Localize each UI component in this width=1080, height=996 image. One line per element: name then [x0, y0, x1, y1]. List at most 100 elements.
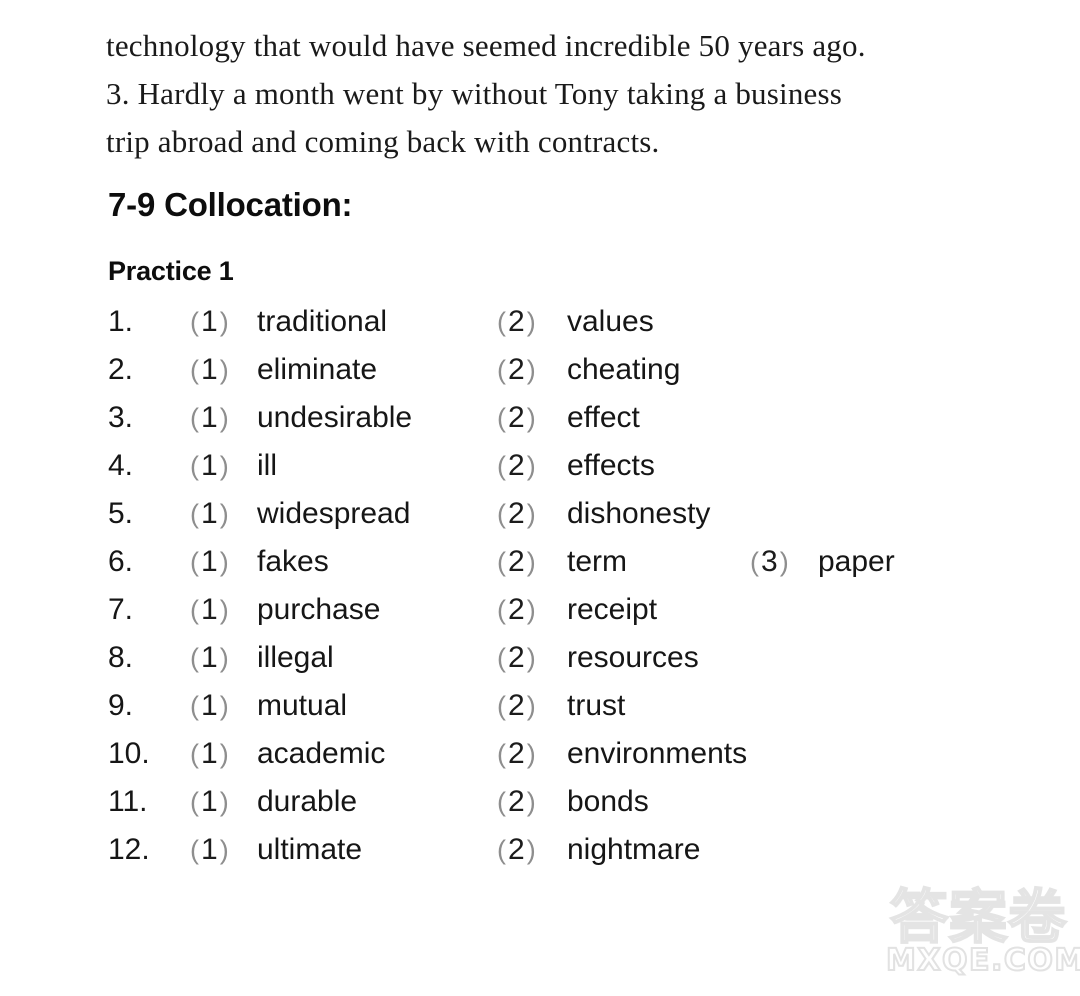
answer-word: ultimate: [257, 833, 363, 866]
sub-answer-label-1: (1): [190, 353, 229, 386]
answer-word: widespread: [257, 497, 411, 530]
sub-answer-number: 1: [201, 545, 218, 578]
sub-answer-number: 1: [201, 689, 218, 722]
answer-row: 3. (1) undesirable (2) effect: [0, 396, 1080, 444]
answer-word: fakes: [257, 545, 329, 578]
sub-answer-number: 2: [508, 833, 525, 866]
watermark: 答案卷 MXQE.COM: [876, 883, 1080, 990]
sub-answer-number: 2: [508, 737, 525, 770]
sub-answer-label-1: (1): [190, 545, 229, 578]
answer-list: 1. (1) traditional (2) values 2. (1) eliminate (…: [0, 300, 1080, 876]
sub-answer-number: 2: [508, 785, 525, 818]
answer-row: 12. (1) ultimate (2) nightmare: [0, 828, 1080, 876]
sub-answer-label-2: (2): [497, 497, 536, 530]
sub-answer-number: 1: [201, 497, 218, 530]
sub-answer-number: 2: [508, 641, 525, 674]
answer-row-number: 10.: [108, 737, 150, 770]
sub-answer-label-2: (2): [497, 785, 536, 818]
sub-answer-number: 1: [201, 353, 218, 386]
sub-answer-label-2: (2): [497, 593, 536, 626]
sub-answer-label-1: (1): [190, 737, 229, 770]
sub-answer-number: 2: [508, 689, 525, 722]
answer-word: bonds: [567, 785, 649, 818]
answer-word: ill: [257, 449, 277, 482]
sub-answer-number: 1: [201, 305, 218, 338]
sub-answer-label-1: (1): [190, 833, 229, 866]
passage-block: technology that would have seemed incred…: [106, 22, 1006, 166]
sub-answer-label-2: (2): [497, 545, 536, 578]
answer-word: values: [567, 305, 654, 338]
sub-answer-label-1: (1): [190, 305, 229, 338]
answer-row-number: 6.: [108, 545, 134, 578]
sub-answer-label-2: (2): [497, 641, 536, 674]
answer-word: illegal: [257, 641, 334, 674]
answer-row-number: 3.: [108, 401, 134, 434]
answer-row: 2. (1) eliminate (2) cheating: [0, 348, 1080, 396]
answer-row: 10. (1) academic (2) environments: [0, 732, 1080, 780]
answer-row-number: 5.: [108, 497, 134, 530]
sub-answer-label-2: (2): [497, 833, 536, 866]
sub-answer-label-2: (2): [497, 449, 536, 482]
answer-word: trust: [567, 689, 626, 722]
sub-answer-label-1: (1): [190, 497, 229, 530]
answer-row: 8. (1) illegal (2) resources: [0, 636, 1080, 684]
sub-answer-number: 2: [508, 593, 525, 626]
sub-answer-label-2: (2): [497, 305, 536, 338]
passage-line: 3. Hardly a month went by without Tony t…: [106, 76, 843, 111]
sub-answer-label-1: (1): [190, 401, 229, 434]
passage-line: trip abroad and coming back with contrac…: [106, 124, 660, 159]
answer-word: mutual: [257, 689, 348, 722]
sub-answer-number: 1: [201, 593, 218, 626]
answer-word: receipt: [567, 593, 658, 626]
answer-row: 5. (1) widespread (2) dishonesty: [0, 492, 1080, 540]
sub-answer-number: 1: [201, 449, 218, 482]
answer-word: purchase: [257, 593, 381, 626]
answer-row-number: 9.: [108, 689, 134, 722]
sub-answer-label-1: (1): [190, 689, 229, 722]
practice-heading: Practice 1: [108, 256, 234, 286]
answer-row-number: 11.: [108, 785, 148, 818]
answer-word: eliminate: [257, 353, 378, 386]
sub-answer-label-2: (2): [497, 401, 536, 434]
answer-word: effect: [567, 401, 640, 434]
answer-row: 6. (1) fakes (2) term (3) paper: [0, 540, 1080, 588]
answer-word: resources: [567, 641, 699, 674]
answer-word: effects: [567, 449, 655, 482]
sub-answer-number: 1: [201, 833, 218, 866]
answer-word: academic: [257, 737, 386, 770]
answer-word: nightmare: [567, 833, 701, 866]
watermark-chinese-text: 答案卷: [889, 883, 1068, 951]
answer-row: 7. (1) purchase (2) receipt: [0, 588, 1080, 636]
answer-row: 4. (1) ill (2) effects: [0, 444, 1080, 492]
sub-answer-number: 1: [201, 737, 218, 770]
answer-row-number: 8.: [108, 641, 134, 674]
answer-word: dishonesty: [567, 497, 711, 530]
answer-row-number: 2.: [108, 353, 134, 386]
sub-answer-label-1: (1): [190, 449, 229, 482]
answer-row-number: 1.: [108, 305, 134, 338]
sub-answer-label-2: (2): [497, 689, 536, 722]
answer-row-number: 4.: [108, 449, 134, 482]
answer-word: traditional: [257, 305, 388, 338]
sub-answer-label-2: (2): [497, 737, 536, 770]
sub-answer-label-2: (2): [497, 353, 536, 386]
answer-word: undesirable: [257, 401, 413, 434]
section-heading: 7-9 Collocation:: [108, 186, 353, 223]
answer-row-number: 7.: [108, 593, 134, 626]
answer-word: cheating: [567, 353, 681, 386]
sub-answer-number: 2: [508, 353, 525, 386]
answer-word: term: [567, 545, 627, 578]
answer-word: paper: [818, 545, 895, 578]
sub-answer-label-1: (1): [190, 593, 229, 626]
sub-answer-number: 1: [201, 641, 218, 674]
passage-line: technology that would have seemed incred…: [106, 28, 866, 63]
answer-row-number: 12.: [108, 833, 150, 866]
answer-row: 11. (1) durable (2) bonds: [0, 780, 1080, 828]
sub-answer-number: 2: [508, 305, 525, 338]
sub-answer-number: 1: [201, 785, 218, 818]
sub-answer-label-1: (1): [190, 641, 229, 674]
sub-answer-number: 2: [508, 401, 525, 434]
answer-word: environments: [567, 737, 748, 770]
answer-row: 1. (1) traditional (2) values: [0, 300, 1080, 348]
sub-answer-number: 1: [201, 401, 218, 434]
